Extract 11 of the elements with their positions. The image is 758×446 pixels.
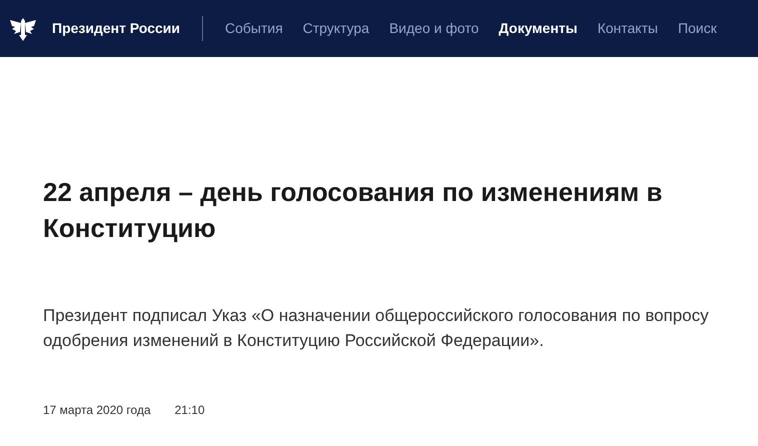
nav-link[interactable]: Контакты	[587, 18, 668, 39]
nav-link[interactable]: Видео и фото	[379, 18, 489, 39]
article-date: 17 марта 2020 года	[43, 402, 151, 419]
article-title: 22 апреля – день голосования по изменениям в Конституцию	[43, 176, 663, 245]
nav-link[interactable]: События	[214, 18, 293, 39]
nav-link[interactable]: Поиск	[668, 18, 727, 39]
article-lead: Президент подписал Указ «О назначении общероссийского голосования по вопросу одобрения изменений в Конституцию Российской Федерации».	[43, 305, 710, 352]
article-time: 21:10	[174, 402, 205, 419]
nav-link[interactable]: Структура	[292, 18, 380, 39]
nav-link[interactable]: Документы	[488, 18, 588, 39]
site-title[interactable]: Президент России	[52, 18, 180, 39]
